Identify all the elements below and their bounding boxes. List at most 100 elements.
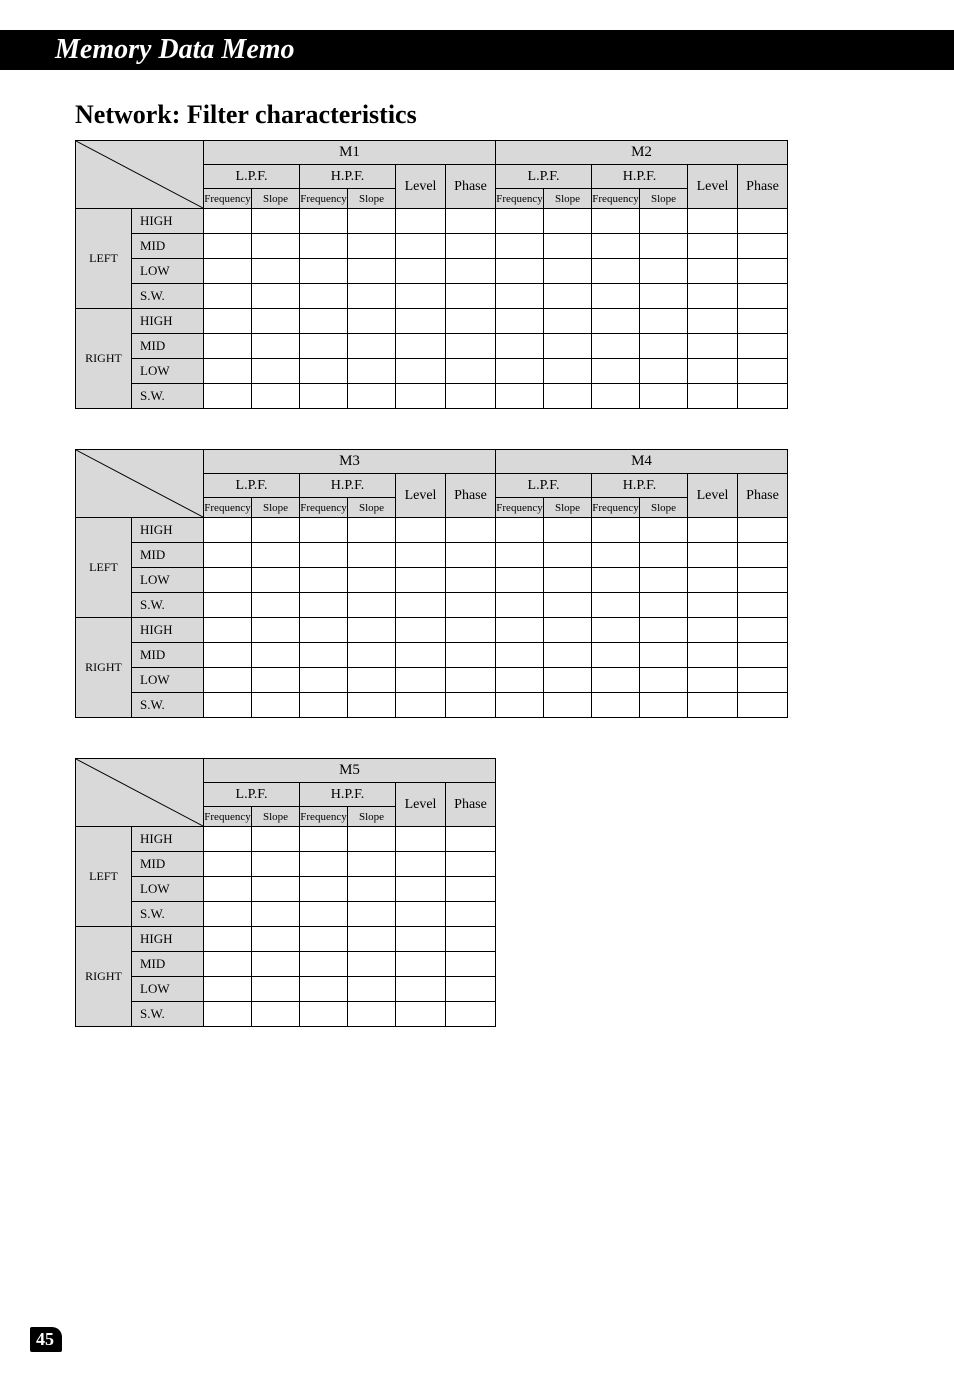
data-cell bbox=[348, 359, 396, 384]
band-label: MID bbox=[132, 543, 204, 568]
data-cell bbox=[348, 543, 396, 568]
data-cell bbox=[446, 693, 496, 718]
side-label: LEFT bbox=[76, 518, 132, 618]
data-cell bbox=[300, 309, 348, 334]
data-cell bbox=[252, 309, 300, 334]
data-cell bbox=[252, 693, 300, 718]
data-cell bbox=[496, 593, 544, 618]
data-cell bbox=[446, 334, 496, 359]
hpf-header: H.P.F. bbox=[592, 165, 688, 189]
data-cell bbox=[738, 693, 788, 718]
side-label: RIGHT bbox=[76, 927, 132, 1027]
data-cell bbox=[496, 568, 544, 593]
data-cell bbox=[300, 643, 348, 668]
data-cell bbox=[252, 334, 300, 359]
data-cell bbox=[348, 977, 396, 1002]
band-label: HIGH bbox=[132, 618, 204, 643]
data-cell bbox=[446, 259, 496, 284]
table-corner bbox=[76, 141, 204, 209]
data-cell bbox=[348, 593, 396, 618]
data-cell bbox=[496, 618, 544, 643]
hpf-header: H.P.F. bbox=[592, 474, 688, 498]
table-corner bbox=[76, 450, 204, 518]
data-cell bbox=[396, 977, 446, 1002]
band-label: MID bbox=[132, 234, 204, 259]
band-label: HIGH bbox=[132, 827, 204, 852]
side-label: LEFT bbox=[76, 209, 132, 309]
data-cell bbox=[348, 234, 396, 259]
data-cell bbox=[348, 827, 396, 852]
data-cell bbox=[640, 284, 688, 309]
band-label: LOW bbox=[132, 568, 204, 593]
data-cell bbox=[348, 1002, 396, 1027]
data-cell bbox=[738, 259, 788, 284]
data-cell bbox=[252, 359, 300, 384]
data-cell bbox=[446, 668, 496, 693]
band-label: MID bbox=[132, 852, 204, 877]
data-cell bbox=[544, 593, 592, 618]
data-cell bbox=[396, 234, 446, 259]
level-header: Level bbox=[396, 165, 446, 209]
data-cell bbox=[738, 284, 788, 309]
data-cell bbox=[300, 618, 348, 643]
data-cell bbox=[252, 209, 300, 234]
data-cell bbox=[738, 643, 788, 668]
band-label: S.W. bbox=[132, 384, 204, 409]
data-cell bbox=[688, 643, 738, 668]
data-cell bbox=[688, 309, 738, 334]
slope-header: Slope bbox=[348, 807, 396, 827]
data-cell bbox=[204, 877, 252, 902]
data-cell bbox=[396, 334, 446, 359]
freq-header: Frequency bbox=[204, 189, 252, 209]
data-cell bbox=[688, 259, 738, 284]
data-cell bbox=[252, 877, 300, 902]
slope-header: Slope bbox=[640, 498, 688, 518]
data-cell bbox=[640, 384, 688, 409]
data-cell bbox=[544, 359, 592, 384]
data-cell bbox=[300, 384, 348, 409]
data-cell bbox=[300, 234, 348, 259]
data-cell bbox=[496, 693, 544, 718]
data-cell bbox=[544, 543, 592, 568]
phase-header: Phase bbox=[446, 474, 496, 518]
data-cell bbox=[544, 284, 592, 309]
data-cell bbox=[738, 384, 788, 409]
data-cell bbox=[252, 234, 300, 259]
data-cell bbox=[348, 618, 396, 643]
data-cell bbox=[300, 284, 348, 309]
data-cell bbox=[738, 234, 788, 259]
level-header: Level bbox=[396, 783, 446, 827]
data-cell bbox=[396, 902, 446, 927]
data-cell bbox=[688, 518, 738, 543]
data-cell bbox=[204, 952, 252, 977]
data-cell bbox=[204, 384, 252, 409]
band-label: S.W. bbox=[132, 902, 204, 927]
data-cell bbox=[396, 827, 446, 852]
data-cell bbox=[396, 877, 446, 902]
data-cell bbox=[396, 952, 446, 977]
data-cell bbox=[252, 259, 300, 284]
freq-header: Frequency bbox=[496, 498, 544, 518]
slope-header: Slope bbox=[544, 189, 592, 209]
memory-header: M1 bbox=[204, 141, 496, 165]
data-cell bbox=[300, 359, 348, 384]
data-cell bbox=[396, 852, 446, 877]
data-cell bbox=[204, 543, 252, 568]
data-cell bbox=[348, 852, 396, 877]
data-cell bbox=[396, 1002, 446, 1027]
band-label: MID bbox=[132, 334, 204, 359]
data-cell bbox=[688, 334, 738, 359]
data-cell bbox=[396, 618, 446, 643]
band-label: S.W. bbox=[132, 1002, 204, 1027]
band-label: S.W. bbox=[132, 284, 204, 309]
data-cell bbox=[592, 209, 640, 234]
data-cell bbox=[688, 693, 738, 718]
data-cell bbox=[396, 693, 446, 718]
level-header: Level bbox=[396, 474, 446, 518]
data-cell bbox=[348, 518, 396, 543]
data-cell bbox=[204, 284, 252, 309]
freq-header: Frequency bbox=[300, 807, 348, 827]
band-label: LOW bbox=[132, 359, 204, 384]
data-cell bbox=[446, 618, 496, 643]
data-cell bbox=[544, 234, 592, 259]
